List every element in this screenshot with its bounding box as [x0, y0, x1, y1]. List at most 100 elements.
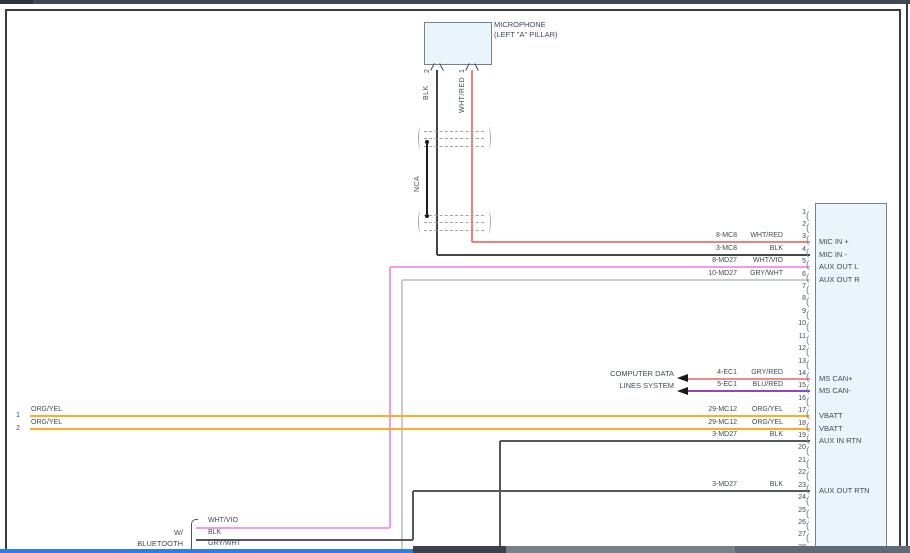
pin-bracket: (	[806, 533, 809, 544]
top-scrollbar-thumb[interactable]	[0, 0, 33, 4]
pin-bracket: (	[806, 422, 809, 433]
pin-number: 11	[786, 333, 806, 341]
wire-segment	[500, 440, 810, 442]
computer-data-label-line1: COMPUTER DATA	[574, 370, 674, 378]
bottom-scrollbar-thumb[interactable]	[0, 549, 413, 553]
wire-circuit-label: 3-MC8	[677, 245, 737, 253]
pin-bracket: (	[806, 297, 809, 308]
pin-number: 6	[786, 271, 806, 279]
inline-connector-bracket	[418, 211, 423, 233]
mic-pin2-number: 2	[424, 63, 431, 73]
pin-number: 1	[786, 209, 806, 217]
pin-function-label: VBATT	[819, 412, 843, 420]
wire-segment	[472, 241, 810, 243]
pin-bracket: (	[806, 471, 809, 482]
inline-connector-bracket	[486, 127, 491, 149]
inline-connector-dash	[424, 215, 484, 216]
wire-circuit-label: 29-MC12	[677, 419, 737, 427]
wiring-diagram-page: MICROPHONE (LEFT "A" PILLAR) 2 1 BLK WHT…	[0, 0, 910, 553]
pin-bracket: (	[806, 211, 809, 222]
pin-number: 3	[786, 233, 806, 241]
left-feed-color-label: ORG/YEL	[31, 419, 62, 427]
wire-circuit-label: 8-MD27	[677, 257, 737, 265]
wire-color-label: WHT/VIO	[741, 257, 783, 265]
pin-bracket: (	[806, 235, 809, 246]
bluetooth-label-line2: BLUETOOTH	[103, 540, 183, 548]
wire-segment	[30, 415, 810, 417]
pin-bracket: (	[806, 496, 809, 507]
wire-circuit-label: 3-MD27	[677, 481, 737, 489]
wire-color-label: ORG/YEL	[741, 419, 783, 427]
pin-number: 14	[786, 370, 806, 378]
wire-segment	[471, 70, 473, 242]
pin-bracket: (	[806, 409, 809, 420]
pin-number: 20	[786, 444, 806, 452]
frame-top-border	[5, 9, 900, 11]
wire-segment	[436, 70, 438, 255]
computer-data-label-line2: LINES SYSTEM	[574, 382, 674, 390]
wire-segment	[413, 490, 810, 492]
pin-bracket: (	[806, 223, 809, 234]
wire-circuit-label: 10-MD27	[677, 270, 737, 278]
pin-bracket: (	[806, 310, 809, 321]
pin-bracket: (	[806, 484, 809, 495]
inline-connector-dash	[424, 222, 484, 223]
pin-number: 22	[786, 469, 806, 477]
mic-pin1-number: 1	[459, 63, 466, 73]
frame-left-border	[5, 9, 7, 553]
nca-dot	[425, 140, 429, 144]
left-feed-number: 2	[8, 425, 20, 433]
pin-function-label: AUX OUT RTN	[819, 487, 870, 495]
pin-function-label: MS CAN-	[819, 387, 851, 395]
window-right-edge	[906, 0, 908, 553]
inline-connector-dash	[424, 230, 484, 231]
wire-segment	[437, 254, 810, 256]
top-scrollbar-track	[0, 0, 910, 4]
pin-number: 4	[786, 246, 806, 254]
pin-bracket: (	[806, 384, 809, 395]
pin-bracket: (	[806, 248, 809, 259]
pin-number: 25	[786, 507, 806, 515]
microphone-title-line1: MICROPHONE	[494, 21, 546, 29]
pin-bracket: (	[806, 347, 809, 358]
inline-connector-dash	[424, 146, 484, 147]
wire-color-label: GRY/WHT	[741, 270, 783, 278]
pin-number: 16	[786, 395, 806, 403]
bottom-bar-segment	[735, 546, 910, 553]
pin-bracket: (	[806, 273, 809, 284]
wire-segment	[30, 428, 810, 430]
pin-number: 10	[786, 320, 806, 328]
left-feed-number: 1	[8, 412, 20, 420]
pin-number: 26	[786, 519, 806, 527]
bluetooth-bracket	[191, 519, 198, 553]
pin-function-label: MIC IN +	[819, 238, 849, 246]
wire-segment	[499, 441, 501, 548]
pin-function-label: AUX IN RTN	[819, 437, 861, 445]
pin-bracket: (	[806, 459, 809, 470]
nca-label: NCA	[414, 166, 421, 192]
bottom-bar-segment	[506, 546, 735, 553]
inline-connector-dash	[424, 138, 484, 139]
pin-bracket: (	[806, 335, 809, 346]
inline-connector-bracket	[486, 211, 491, 233]
pin-bracket: (	[806, 322, 809, 333]
pin-number: 12	[786, 345, 806, 353]
inline-connector-dash	[424, 131, 484, 132]
pin-bracket: (	[806, 285, 809, 296]
wire-segment	[402, 279, 810, 281]
mic-wire1-color-label: WHT/RED	[459, 80, 466, 113]
pin-bracket: (	[806, 434, 809, 445]
wire-circuit-label: 8-MC8	[677, 232, 737, 240]
wire-color-label: BLU/RED	[741, 381, 783, 389]
offpage-arrow-icon	[677, 387, 688, 395]
wire-color-label: BLK	[741, 431, 783, 439]
wire-color-label: GRY/RED	[741, 369, 783, 377]
pin-number: 2	[786, 221, 806, 229]
pin-function-label: VBATT	[819, 425, 843, 433]
microphone-title-line2: (LEFT "A" PILLAR)	[494, 31, 558, 39]
pin-number: 9	[786, 308, 806, 316]
pin-number: 23	[786, 482, 806, 490]
wire-segment	[681, 378, 810, 380]
wire-circuit-label: 3-MD27	[677, 431, 737, 439]
bluetooth-wire-color-label: GRY/WHT	[208, 540, 241, 548]
